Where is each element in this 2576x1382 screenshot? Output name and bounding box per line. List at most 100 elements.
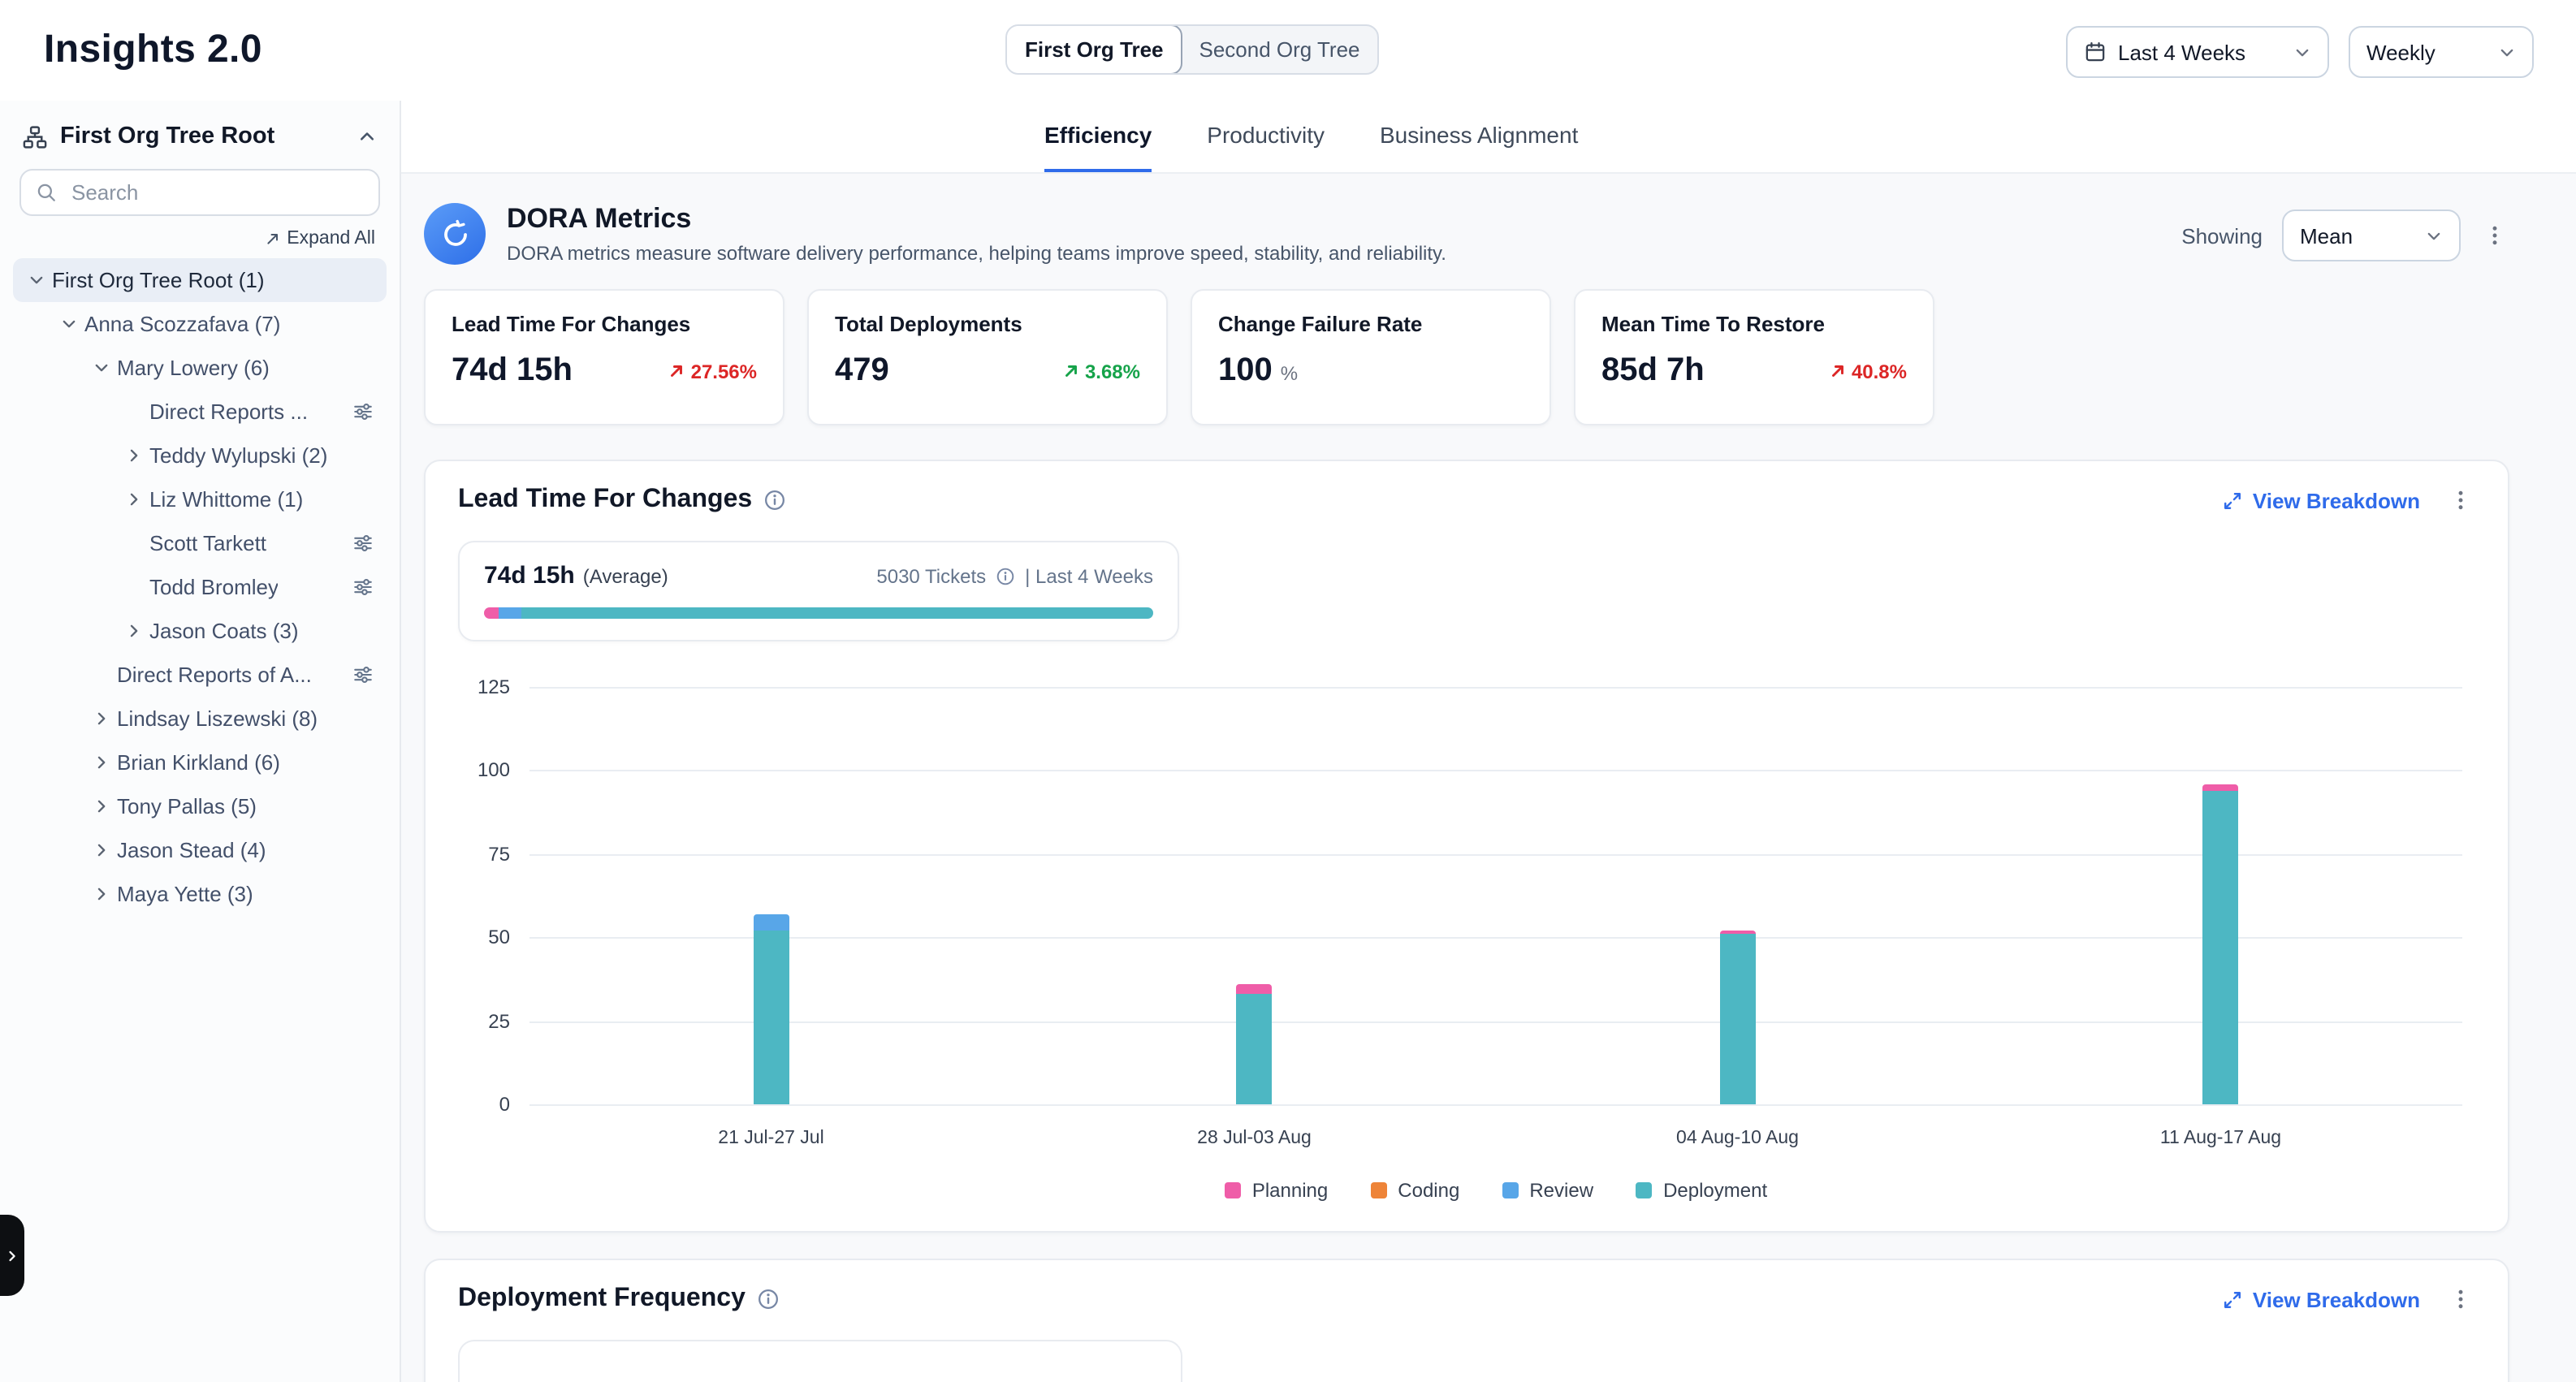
bar-21 Jul-27 Jul[interactable] xyxy=(754,914,789,1104)
lead-time-summary-card: 74d 15h (Average) 5030 Tickets | Last 4 … xyxy=(458,541,1179,641)
sidebar-collapse-handle[interactable] xyxy=(0,1215,24,1296)
showing-select[interactable]: Mean xyxy=(2282,209,2461,261)
x-axis-label: 28 Jul-03 Aug xyxy=(1197,1129,1312,1148)
dora-header-text: DORA Metrics DORA metrics measure softwa… xyxy=(507,203,1446,265)
tree-item-label: Direct Reports of A... xyxy=(117,663,312,687)
legend-item-review[interactable]: Review xyxy=(1502,1179,1593,1202)
metric-title: Mean Time To Restore xyxy=(1601,312,1907,336)
metric-card: Change Failure Rate 100% xyxy=(1191,289,1551,425)
tab-efficiency[interactable]: Efficiency xyxy=(1044,101,1152,172)
tree-item[interactable]: Teddy Wylupski (2) xyxy=(13,434,387,477)
gridline xyxy=(529,1021,2462,1022)
chevron-right-icon[interactable] xyxy=(88,841,114,859)
bar-segment-review[interactable] xyxy=(754,914,789,931)
date-range-select[interactable]: Last 4 Weeks xyxy=(2066,26,2329,78)
bar-segment-planning[interactable] xyxy=(2203,784,2239,790)
tab-business-alignment[interactable]: Business Alignment xyxy=(1380,101,1578,172)
tree-item[interactable]: Direct Reports of A... xyxy=(13,653,387,697)
gridline xyxy=(529,937,2462,939)
bar-segment-planning[interactable] xyxy=(1237,984,1273,994)
filter-icon[interactable] xyxy=(352,401,387,422)
chevron-right-icon[interactable] xyxy=(120,490,146,508)
dora-icon xyxy=(424,203,486,265)
chart-x-axis: 21 Jul-27 Jul28 Jul-03 Aug04 Aug-10 Aug1… xyxy=(529,1129,2462,1155)
tree-item[interactable]: Lindsay Liszewski (8) xyxy=(13,697,387,741)
tree-item[interactable]: Liz Whittome (1) xyxy=(13,477,387,521)
tree-item[interactable]: Direct Reports ... xyxy=(13,390,387,434)
filter-icon[interactable] xyxy=(352,533,387,554)
phase-progress-bar xyxy=(484,607,1153,619)
info-icon[interactable] xyxy=(996,567,1015,586)
chevron-right-icon[interactable] xyxy=(88,710,114,728)
bar-segment-deployment[interactable] xyxy=(2203,791,2239,1105)
gridline xyxy=(529,1104,2462,1106)
kebab-menu-icon[interactable] xyxy=(2446,1285,2475,1314)
dora-section-header: DORA Metrics DORA metrics measure softwa… xyxy=(424,203,2509,265)
filter-icon[interactable] xyxy=(352,577,387,598)
org-tree-toggle-second[interactable]: Second Org Tree xyxy=(1182,26,1378,73)
chevron-right-icon[interactable] xyxy=(120,622,146,640)
bar-segment-deployment[interactable] xyxy=(1237,994,1273,1104)
main-area: Efficiency Productivity Business Alignme… xyxy=(401,101,2576,1382)
bar-segment-deployment[interactable] xyxy=(754,931,789,1104)
chevron-down-icon xyxy=(2293,43,2311,61)
bar-04 Aug-10 Aug[interactable] xyxy=(1720,931,1756,1104)
legend-swatch xyxy=(1370,1182,1386,1198)
tree-item-label: Direct Reports ... xyxy=(149,399,308,424)
tree-item[interactable]: First Org Tree Root (1) xyxy=(13,258,387,302)
chevron-right-icon xyxy=(5,1248,19,1263)
chevron-down-icon[interactable] xyxy=(55,315,81,333)
sidebar: First Org Tree Root Expand All First Org… xyxy=(0,101,401,1382)
y-axis-label: 25 xyxy=(461,1009,510,1032)
info-icon[interactable] xyxy=(757,1288,780,1311)
chevron-down-icon[interactable] xyxy=(88,359,114,377)
bar-segment-deployment[interactable] xyxy=(1720,934,1756,1104)
tree-item[interactable]: Todd Bromley xyxy=(13,565,387,609)
chevron-down-icon[interactable] xyxy=(23,271,49,289)
tree-item[interactable]: Anna Scozzafava (7) xyxy=(13,302,387,346)
topbar-controls: Last 4 Weeks Weekly xyxy=(2066,26,2534,78)
expand-all-button[interactable]: Expand All xyxy=(0,229,375,248)
tree-item[interactable]: Scott Tarkett xyxy=(13,521,387,565)
tree-item[interactable]: Brian Kirkland (6) xyxy=(13,741,387,784)
summary-range: | Last 4 Weeks xyxy=(1025,565,1153,588)
filter-icon[interactable] xyxy=(352,664,387,685)
tree-item[interactable]: Tony Pallas (5) xyxy=(13,784,387,828)
chevron-right-icon[interactable] xyxy=(88,754,114,771)
org-tree-toggle: First Org Tree Second Org Tree xyxy=(1005,24,1380,75)
showing-label: Showing xyxy=(2181,223,2263,248)
legend-item-coding[interactable]: Coding xyxy=(1370,1179,1459,1202)
legend-item-planning[interactable]: Planning xyxy=(1225,1179,1328,1202)
metric-card: Mean Time To Restore 85d 7h40.8% xyxy=(1574,289,1934,425)
tree-item[interactable]: Mary Lowery (6) xyxy=(13,346,387,390)
view-breakdown-button[interactable]: View Breakdown xyxy=(2222,488,2420,512)
bar-28 Jul-03 Aug[interactable] xyxy=(1237,984,1273,1104)
bar-11 Aug-17 Aug[interactable] xyxy=(2203,784,2239,1104)
expand-icon xyxy=(2222,490,2243,511)
app-title: Insights 2.0 xyxy=(44,28,262,73)
kebab-menu-icon[interactable] xyxy=(2480,221,2509,250)
search-input[interactable] xyxy=(68,179,364,206)
info-icon[interactable] xyxy=(763,489,786,512)
chevron-right-icon[interactable] xyxy=(88,797,114,815)
content: DORA Metrics DORA metrics measure softwa… xyxy=(401,174,2576,1382)
chevron-right-icon[interactable] xyxy=(120,447,146,464)
kebab-menu-icon[interactable] xyxy=(2446,486,2475,515)
tree-item[interactable]: Jason Stead (4) xyxy=(13,828,387,872)
granularity-select[interactable]: Weekly xyxy=(2349,26,2534,78)
lead-time-title: Lead Time For Changes xyxy=(458,486,752,515)
org-tree-toggle-first[interactable]: First Org Tree xyxy=(1005,24,1183,75)
tree-item[interactable]: Maya Yette (3) xyxy=(13,872,387,916)
deployment-frequency-card: Deployment Frequency View Breakdown xyxy=(424,1259,2509,1382)
tab-productivity[interactable]: Productivity xyxy=(1207,101,1325,172)
view-breakdown-button[interactable]: View Breakdown xyxy=(2222,1287,2420,1311)
legend-item-deployment[interactable]: Deployment xyxy=(1636,1179,1767,1202)
chevron-right-icon[interactable] xyxy=(88,885,114,903)
tree-item-label: Anna Scozzafava (7) xyxy=(84,312,280,336)
lead-time-chart: 0255075100125 21 Jul-27 Jul28 Jul-03 Aug… xyxy=(529,687,2462,1202)
chevron-up-icon[interactable] xyxy=(357,127,377,146)
tree-item[interactable]: Jason Coats (3) xyxy=(13,609,387,653)
granularity-value: Weekly xyxy=(2366,40,2436,64)
trend-up-icon xyxy=(1829,362,1847,380)
metric-value: 74d 15h xyxy=(452,352,573,390)
